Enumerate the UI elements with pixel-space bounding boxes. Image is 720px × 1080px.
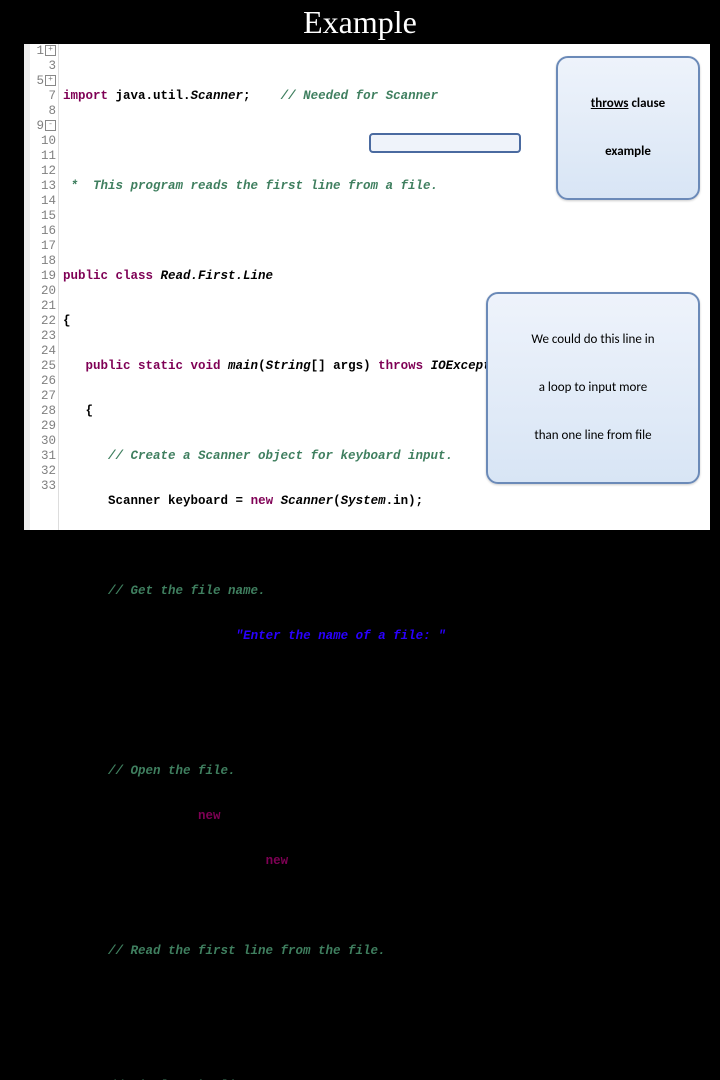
line-number: 9- [32, 119, 56, 134]
fold-icon[interactable]: + [45, 75, 56, 86]
slide-title: Example [0, 0, 720, 45]
fold-icon[interactable]: - [45, 120, 56, 131]
line-number: 11 [32, 149, 56, 164]
line-number: 12 [32, 164, 56, 179]
code-line: // Get the file name. [63, 584, 710, 599]
code-line: String filename = keyboard.next.Line(); [63, 674, 710, 689]
line-number: 27 [32, 389, 56, 404]
line-number: 28 [32, 404, 56, 419]
line-number: 33 [32, 479, 56, 494]
line-number: 24 [32, 344, 56, 359]
line-number: 25 [32, 359, 56, 374]
line-number: 20 [32, 284, 56, 299]
line-number: 32 [32, 464, 56, 479]
code-line [63, 224, 710, 239]
line-number: 22 [32, 314, 56, 329]
code-line [63, 1034, 710, 1049]
line-number: 31 [32, 449, 56, 464]
code-editor: 1+35+789-1011121314151617181920212223242… [24, 44, 710, 530]
line-number: 21 [32, 299, 56, 314]
line-number: 18 [32, 254, 56, 269]
code-line: Scanner keyboard = new Scanner(System.in… [63, 494, 710, 509]
code-line: // Read the first line from the file. [63, 944, 710, 959]
line-number: 3 [32, 59, 56, 74]
code-line: // Display the line. [63, 1079, 710, 1080]
code-line [63, 719, 710, 734]
code-line: String line = input.File.next.Line(); [63, 989, 710, 1004]
callout-throws-clause: throws clause example [556, 56, 700, 200]
code-line: public class Read.First.Line [63, 269, 710, 284]
callout-loop-suggestion: We could do this line in a loop to input… [486, 292, 700, 484]
line-number: 30 [32, 434, 56, 449]
line-number: 14 [32, 194, 56, 209]
line-number: 29 [32, 419, 56, 434]
code-line: Scanner input.File = new Scanner(file); [63, 854, 710, 869]
line-number: 7 [32, 89, 56, 104]
code-line [63, 539, 710, 554]
line-number: 26 [32, 374, 56, 389]
callout-text: than one line from file [498, 428, 688, 444]
line-number: 15 [32, 209, 56, 224]
line-number: 1+ [32, 44, 56, 59]
line-number: 13 [32, 179, 56, 194]
callout-text: a loop to input more [498, 380, 688, 396]
code-line: // Open the file. [63, 764, 710, 779]
line-number: 23 [32, 329, 56, 344]
line-number: 5+ [32, 74, 56, 89]
line-number: 10 [32, 134, 56, 149]
line-number: 8 [32, 104, 56, 119]
line-number: 16 [32, 224, 56, 239]
callout-text: We could do this line in [498, 332, 688, 348]
fold-icon[interactable]: + [45, 45, 56, 56]
line-number: 17 [32, 239, 56, 254]
code-area: import java.util.Scanner; // Needed for … [59, 44, 710, 530]
line-number: 19 [32, 269, 56, 284]
code-line [63, 899, 710, 914]
code-line: File file = new File(filename); [63, 809, 710, 824]
code-line: System.out.print("Enter the name of a fi… [63, 629, 710, 644]
line-number-gutter: 1+35+789-1011121314151617181920212223242… [30, 44, 59, 530]
